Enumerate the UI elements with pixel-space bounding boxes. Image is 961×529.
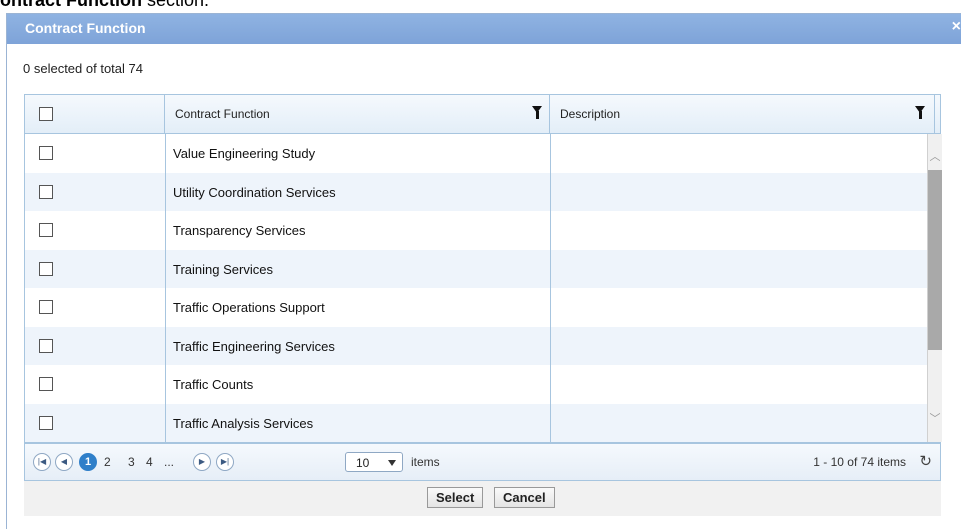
- page-button[interactable]: 4: [146, 455, 153, 469]
- table-row[interactable]: Traffic Engineering Services: [25, 326, 927, 365]
- scrollbar-thumb[interactable]: [928, 170, 942, 350]
- contract-function-cell: Traffic Engineering Services: [173, 338, 335, 354]
- items-label: items: [411, 455, 440, 469]
- row-checkbox[interactable]: [39, 300, 53, 314]
- table-row[interactable]: Value Engineering Study: [25, 134, 927, 173]
- vertical-scrollbar[interactable]: ︿ ﹀: [927, 134, 942, 442]
- header-select-cell: [25, 95, 165, 133]
- refresh-icon[interactable]: ↻: [919, 452, 932, 470]
- select-all-checkbox[interactable]: [39, 107, 53, 121]
- dialog-footer: Select Cancel: [24, 481, 941, 516]
- grid-header: Contract Function Description: [25, 95, 940, 134]
- header-description[interactable]: Description: [550, 95, 935, 133]
- pager-info: 1 - 10 of 74 items: [813, 455, 906, 469]
- table-row[interactable]: Training Services: [25, 249, 927, 288]
- first-page-icon[interactable]: |◀: [33, 453, 51, 471]
- row-checkbox[interactable]: [39, 223, 53, 237]
- column-label-contract-function: Contract Function: [175, 107, 270, 121]
- page-button[interactable]: 3: [128, 455, 135, 469]
- row-checkbox[interactable]: [39, 261, 53, 276]
- page-size-select[interactable]: 10: [345, 452, 403, 472]
- selection-status: 0 selected of total 74: [23, 61, 143, 76]
- page-button[interactable]: 2: [104, 455, 111, 469]
- last-page-icon[interactable]: ▶|: [216, 453, 234, 471]
- contract-function-cell: Transparency Services: [173, 223, 306, 238]
- dialog-title: Contract Function: [25, 20, 146, 36]
- grid-pager: |◀ ◀ 1 2 3 4 ... ▶ ▶| 10 items 1 - 10 of…: [24, 443, 941, 481]
- contract-function-cell: Training Services: [173, 261, 273, 277]
- page-button-current[interactable]: 1: [79, 453, 97, 471]
- table-row[interactable]: Transparency Services: [25, 211, 927, 250]
- dialog-titlebar: Contract Function ×: [7, 14, 961, 44]
- page-size-value: 10: [356, 456, 370, 470]
- close-icon[interactable]: ×: [952, 18, 961, 36]
- chevron-down-icon: [388, 460, 396, 466]
- filter-icon[interactable]: [915, 106, 925, 119]
- column-divider: [165, 134, 166, 442]
- column-divider: [550, 134, 551, 442]
- page-caption: ontract Function section.: [0, 0, 209, 11]
- row-checkbox[interactable]: [39, 338, 53, 353]
- page-ellipsis[interactable]: ...: [164, 455, 174, 469]
- row-checkbox[interactable]: [39, 415, 53, 430]
- table-row[interactable]: Traffic Analysis Services: [25, 403, 927, 442]
- column-label-description: Description: [560, 107, 621, 121]
- filter-icon[interactable]: [532, 106, 542, 119]
- select-button[interactable]: Select: [427, 487, 484, 508]
- contract-function-cell: Utility Coordination Services: [173, 184, 336, 200]
- table-row[interactable]: Utility Coordination Services: [25, 172, 927, 211]
- caption-suffix: section.: [142, 0, 210, 10]
- grid-rows: Value Engineering Study Utility Coordina…: [25, 134, 927, 442]
- contract-function-cell: Value Engineering Study: [173, 146, 316, 161]
- table-row[interactable]: Traffic Counts: [25, 365, 927, 404]
- header-contract-function[interactable]: Contract Function: [165, 95, 550, 133]
- row-checkbox[interactable]: [39, 184, 53, 199]
- row-checkbox[interactable]: [39, 146, 53, 160]
- caption-bold: ontract Function: [0, 0, 142, 10]
- contract-function-cell: Traffic Counts: [173, 377, 254, 392]
- chevron-up-icon[interactable]: ︿: [929, 148, 941, 164]
- contract-function-grid: Contract Function Description Value Engi…: [24, 94, 942, 443]
- next-page-icon[interactable]: ▶: [193, 453, 211, 471]
- chevron-down-icon[interactable]: ﹀: [929, 410, 941, 426]
- prev-page-icon[interactable]: ◀: [55, 453, 73, 471]
- row-checkbox[interactable]: [39, 377, 53, 391]
- cancel-button[interactable]: Cancel: [494, 487, 555, 508]
- table-row[interactable]: Traffic Operations Support: [25, 288, 927, 327]
- contract-function-cell: Traffic Analysis Services: [173, 415, 314, 431]
- contract-function-cell: Traffic Operations Support: [173, 300, 325, 315]
